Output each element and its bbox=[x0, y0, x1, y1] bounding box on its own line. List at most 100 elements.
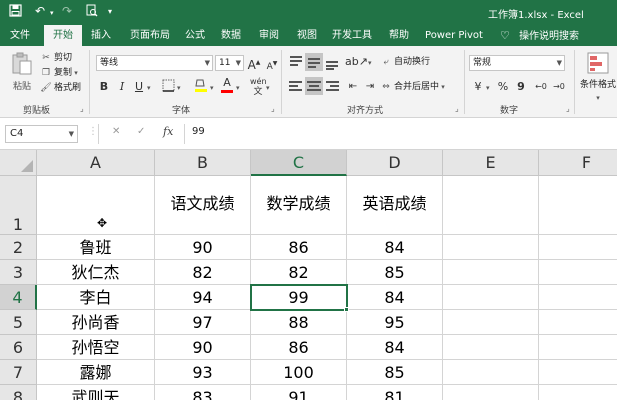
format-painter-button[interactable]: 🖌 格式刷 bbox=[40, 82, 81, 95]
tab-file[interactable]: 文件 bbox=[4, 25, 36, 46]
bold-button[interactable]: B bbox=[96, 79, 112, 95]
name-box[interactable]: C4 ▼ bbox=[5, 125, 78, 143]
cell-b7[interactable]: 93 bbox=[155, 360, 251, 385]
fill-handle[interactable] bbox=[344, 307, 349, 312]
column-header-c[interactable]: C bbox=[251, 150, 347, 176]
align-left-button[interactable] bbox=[287, 77, 305, 95]
cell-f1[interactable] bbox=[539, 176, 617, 235]
paste-button[interactable]: 粘贴 bbox=[9, 52, 35, 94]
tab-review[interactable]: 审阅 bbox=[254, 25, 284, 46]
row-header-3[interactable]: 3 bbox=[0, 260, 37, 285]
cell-f4[interactable] bbox=[539, 285, 617, 310]
cell-b2[interactable]: 90 bbox=[155, 235, 251, 260]
column-header-a[interactable]: A bbox=[37, 150, 155, 176]
align-right-button[interactable] bbox=[323, 77, 341, 95]
customize-qat-icon[interactable]: ▾ bbox=[108, 7, 112, 16]
cell-b1[interactable]: 语文成绩 bbox=[155, 176, 251, 235]
save-icon[interactable] bbox=[9, 4, 22, 20]
font-size-combobox[interactable]: 11 ▼ bbox=[215, 55, 244, 71]
tab-developer[interactable]: 开发工具 bbox=[330, 25, 374, 46]
comma-style-button[interactable]: 9 bbox=[513, 79, 529, 95]
cell-a3[interactable]: 狄仁杰 bbox=[37, 260, 155, 285]
orientation-button[interactable]: ab↗ bbox=[345, 54, 368, 70]
cell-e6[interactable] bbox=[443, 335, 539, 360]
cell-c6[interactable]: 86 bbox=[251, 335, 347, 360]
undo-dropdown-icon[interactable]: ▾ bbox=[50, 9, 54, 17]
cell-c4[interactable]: 99 bbox=[250, 284, 348, 311]
cell-e3[interactable] bbox=[443, 260, 539, 285]
alignment-launcher-icon[interactable]: ⌟ bbox=[455, 104, 459, 113]
row-header-6[interactable]: 6 bbox=[0, 335, 37, 360]
chevron-down-icon[interactable]: ▾ bbox=[236, 84, 240, 92]
cell-b5[interactable]: 97 bbox=[155, 310, 251, 335]
shrink-font-button[interactable]: A▼ bbox=[264, 56, 280, 72]
cell-a6[interactable]: 孙悟空 bbox=[37, 335, 155, 360]
cell-c8[interactable]: 91 bbox=[251, 385, 347, 400]
cell-f8[interactable] bbox=[539, 385, 617, 400]
row-header-1[interactable]: 1 bbox=[0, 176, 37, 235]
grow-font-button[interactable]: A▲ bbox=[246, 55, 262, 72]
column-header-f[interactable]: F bbox=[539, 150, 617, 176]
row-header-5[interactable]: 5 bbox=[0, 310, 37, 335]
cell-c5[interactable]: 88 bbox=[251, 310, 347, 335]
chevron-down-icon[interactable]: ▾ bbox=[266, 84, 270, 92]
redo-icon[interactable]: ↷ bbox=[62, 4, 72, 18]
column-header-b[interactable]: B bbox=[155, 150, 251, 176]
wrap-text-button[interactable]: ⤶ 自动换行 bbox=[380, 56, 430, 69]
font-color-button[interactable]: A bbox=[219, 77, 235, 93]
cell-f5[interactable] bbox=[539, 310, 617, 335]
underline-button[interactable]: U bbox=[131, 79, 147, 95]
formula-input[interactable]: 99 bbox=[192, 126, 205, 137]
cell-d3[interactable]: 85 bbox=[347, 260, 443, 285]
print-preview-icon[interactable] bbox=[85, 4, 98, 20]
tell-me-search[interactable]: ♡ 操作说明搜索 bbox=[500, 25, 579, 46]
column-header-e[interactable]: E bbox=[443, 150, 539, 176]
cell-d5[interactable]: 95 bbox=[347, 310, 443, 335]
merge-center-button[interactable]: ⇔ 合并后居中 ▾ bbox=[380, 81, 445, 94]
row-header-8[interactable]: 8 bbox=[0, 385, 37, 400]
column-header-d[interactable]: D bbox=[347, 150, 443, 176]
chevron-down-icon[interactable]: ▾ bbox=[177, 84, 181, 92]
cell-f6[interactable] bbox=[539, 335, 617, 360]
cell-d7[interactable]: 85 bbox=[347, 360, 443, 385]
copy-button[interactable]: ❐ 复制 ▾ bbox=[40, 67, 78, 80]
cell-a5[interactable]: 孙尚香 bbox=[37, 310, 155, 335]
decrease-decimal-button[interactable]: →0 bbox=[551, 79, 567, 95]
cell-e8[interactable] bbox=[443, 385, 539, 400]
tab-help[interactable]: 帮助 bbox=[384, 25, 414, 46]
percent-button[interactable]: % bbox=[495, 79, 511, 95]
cell-b6[interactable]: 90 bbox=[155, 335, 251, 360]
tab-view[interactable]: 视图 bbox=[292, 25, 322, 46]
cell-a1[interactable] bbox=[37, 176, 155, 235]
tab-power-pivot[interactable]: Power Pivot bbox=[424, 25, 484, 46]
cell-b3[interactable]: 82 bbox=[155, 260, 251, 285]
font-launcher-icon[interactable]: ⌟ bbox=[271, 104, 275, 113]
enter-icon[interactable]: ✓ bbox=[137, 126, 145, 137]
cell-c2[interactable]: 86 bbox=[251, 235, 347, 260]
tab-home[interactable]: 开始 bbox=[44, 25, 82, 46]
cell-e7[interactable] bbox=[443, 360, 539, 385]
chevron-down-icon[interactable]: ▾ bbox=[486, 84, 490, 92]
decrease-indent-button[interactable]: ⇤ bbox=[345, 79, 361, 95]
cell-e2[interactable] bbox=[443, 235, 539, 260]
cell-a2[interactable]: 鲁班 bbox=[37, 235, 155, 260]
cancel-icon[interactable]: ✕ bbox=[112, 126, 120, 137]
increase-indent-button[interactable]: ⇥ bbox=[362, 79, 378, 95]
top-align-button[interactable] bbox=[287, 53, 305, 71]
cell-a7[interactable]: 露娜 bbox=[37, 360, 155, 385]
bottom-align-button[interactable] bbox=[323, 53, 341, 71]
number-launcher-icon[interactable]: ⌟ bbox=[566, 104, 570, 113]
font-name-combobox[interactable]: 等线 ▼ bbox=[96, 55, 213, 71]
cut-button[interactable]: ✂ 剪切 bbox=[40, 52, 72, 65]
cell-f7[interactable] bbox=[539, 360, 617, 385]
cell-c3[interactable]: 82 bbox=[251, 260, 347, 285]
cell-b8[interactable]: 83 bbox=[155, 385, 251, 400]
cell-a8[interactable]: 武则天 bbox=[37, 385, 155, 400]
cell-f3[interactable] bbox=[539, 260, 617, 285]
row-header-4[interactable]: 4 bbox=[0, 285, 37, 310]
clipboard-launcher-icon[interactable]: ⌟ bbox=[80, 104, 84, 113]
cell-e5[interactable] bbox=[443, 310, 539, 335]
row-header-2[interactable]: 2 bbox=[0, 235, 37, 260]
chevron-down-icon[interactable]: ▾ bbox=[368, 59, 372, 67]
conditional-formatting-button[interactable]: 条件格式 ▾ bbox=[578, 52, 617, 105]
